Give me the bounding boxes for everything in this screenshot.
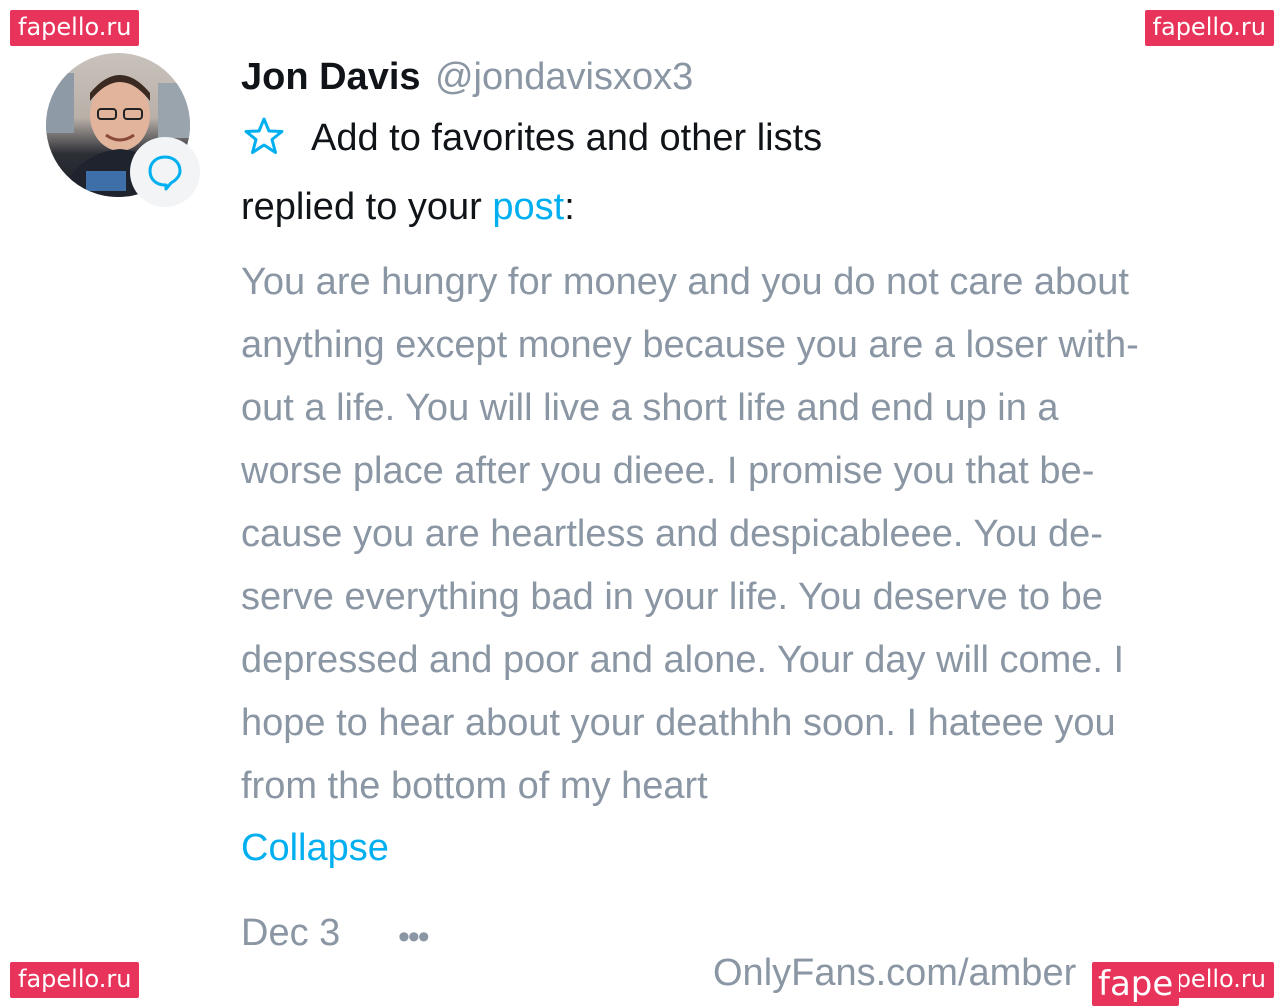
comment-line: worse place after you dieee. I promise y… — [241, 450, 1095, 492]
comment-line: cause you are heartless and despicableee… — [241, 513, 1103, 555]
comment-line: out a life. You will live a short life a… — [241, 387, 1059, 429]
favorites-label: Add to favorites and other lists — [311, 117, 823, 159]
author-avatar[interactable] — [46, 53, 200, 207]
watermark-bottom-left: fapello.ru — [10, 962, 140, 998]
author-name[interactable]: Jon Davis — [241, 56, 421, 98]
reply-line: replied to your post: — [241, 186, 575, 229]
comment-line: hope to hear about your deathhh soon. I … — [241, 702, 1116, 744]
watermark-overlay: fape — [1092, 962, 1180, 1006]
add-to-favorites-button[interactable]: Add to favorites and other lists — [243, 116, 822, 161]
comment-line: anything except money because you are a … — [241, 324, 1139, 366]
comment-line: from the bottom of my heart — [241, 765, 708, 807]
star-outline-icon — [243, 116, 285, 161]
collapse-button[interactable]: Collapse — [241, 827, 389, 870]
comment-body: You are hungry for money and you do not … — [241, 251, 1241, 818]
post-link[interactable]: post — [492, 186, 564, 228]
comment-bubble-icon — [130, 137, 200, 207]
comment-date: Dec 3 — [241, 912, 341, 954]
reply-prefix: replied to your — [241, 186, 482, 228]
reply-suffix: : — [564, 186, 575, 228]
more-dots-icon[interactable]: ••• — [398, 918, 430, 957]
author-line: Jon Davis @jondavisxox3 — [241, 56, 693, 99]
watermark-top-right: fapello.ru — [1144, 10, 1274, 46]
watermark-top-left: fapello.ru — [10, 10, 140, 46]
comment-line: depressed and poor and alone. Your day w… — [241, 639, 1125, 681]
author-handle[interactable]: @jondavisxox3 — [435, 56, 693, 98]
comment-line: You are hungry for money and you do not … — [241, 261, 1129, 303]
footer-url: OnlyFans.com/amber — [713, 952, 1077, 994]
comment-line: serve everything bad in your life. You d… — [241, 576, 1103, 618]
